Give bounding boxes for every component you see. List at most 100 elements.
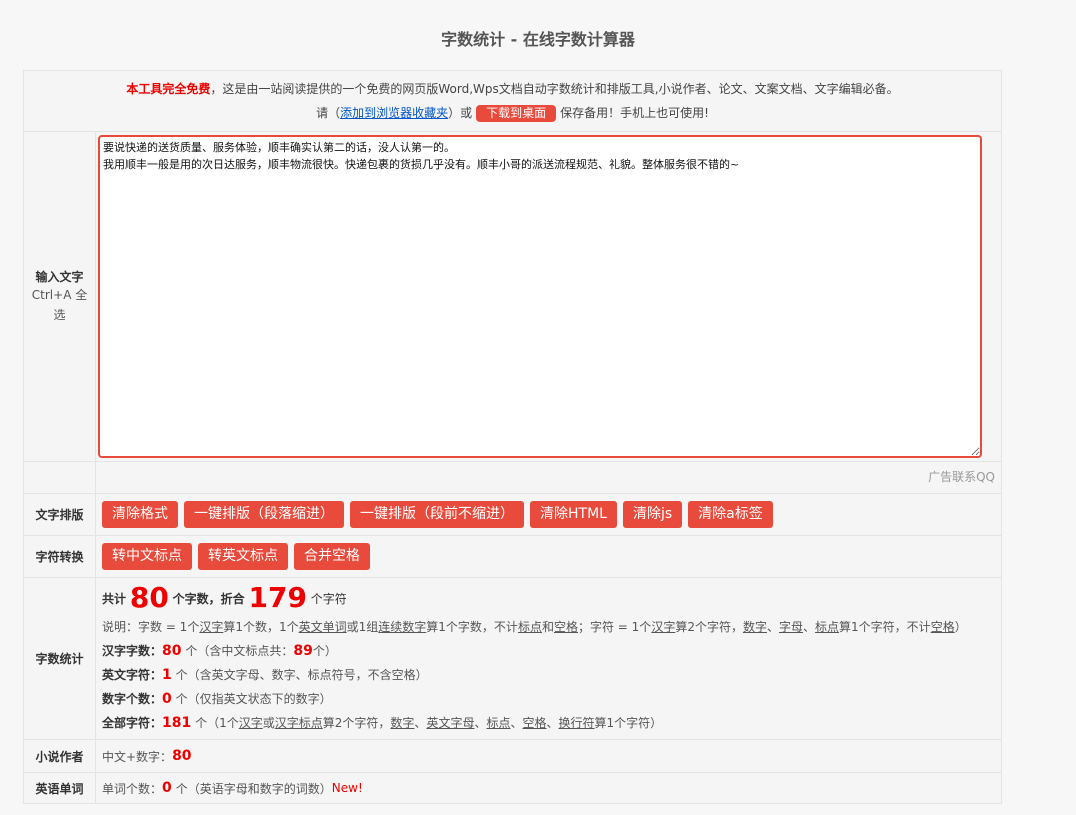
all-punct: 标点 [486, 716, 511, 730]
explain-text: 算2个字符， [675, 620, 743, 634]
download-button[interactable]: 下载到桌面 [476, 105, 557, 122]
explain-text: 算1个字符，不计 [839, 620, 931, 634]
or-text: ）或 [448, 106, 473, 120]
explain-sep: 、 [803, 620, 816, 634]
please-text: 请（ [316, 106, 341, 120]
total-chars-value: 179 [248, 581, 307, 614]
select-all-hint: Ctrl+A 全选 [31, 288, 88, 322]
explain-sep: 、 [766, 620, 779, 634]
explain-text: 和 [541, 620, 554, 634]
stats-label: 字数统计 [24, 578, 96, 739]
all-hanzi: 汉字 [238, 716, 263, 730]
input-label: 输入文字 Ctrl+A 全选 [24, 132, 96, 461]
text-input[interactable] [98, 135, 982, 458]
english-value: 0 [162, 780, 172, 796]
intro-tail: 保存备用！手机上也可使用! [560, 106, 709, 120]
explain-letter: 字母 [779, 620, 804, 634]
cn-value: 80 [162, 643, 182, 659]
explain-text: ） [954, 620, 967, 634]
all-sep: 、 [546, 716, 559, 730]
convert-label: 字符转换 [24, 536, 96, 577]
format-indent-button[interactable]: 一键排版（段落缩进） [184, 501, 344, 528]
total-mid: 个字数，折合 [172, 592, 245, 606]
input-label-text: 输入文字 [35, 270, 84, 284]
ad-row: 广告联系QQ [24, 462, 1001, 494]
explain-text: 算1个字数，不计 [426, 620, 518, 634]
bookmark-link[interactable]: 添加到浏览器收藏夹 [340, 106, 448, 120]
input-row: 输入文字 Ctrl+A 全选 [24, 132, 1001, 462]
all-space: 空格 [522, 716, 547, 730]
all-newline: 换行符 [558, 716, 595, 730]
explain-text: 算1个数，1个 [223, 620, 299, 634]
ad-label-blank [24, 462, 96, 493]
main-panel: 本工具完全免费，这是由一站阅读提供的一个免费的网页版Word,Wps文档自动字数… [23, 70, 1002, 804]
stats-explain: 说明：字数 = 1个汉字算1个数，1个英文单词或1组连续数字算1个字数，不计标点… [102, 615, 995, 639]
intro-row: 本工具完全免费，这是由一站阅读提供的一个免费的网页版Word,Wps文档自动字数… [24, 71, 1001, 132]
novel-label: 小说作者 [24, 740, 96, 772]
stats-row: 字数统计 共计 80 个字数，折合 179 个字符 说明：字数 = 1个汉字算1… [24, 578, 1001, 740]
new-badge: New! [331, 781, 363, 795]
merge-spaces-button[interactable]: 合并空格 [294, 543, 370, 570]
clear-a-tag-button[interactable]: 清除a标签 [688, 501, 773, 528]
all-label: 全部字符： [102, 716, 163, 730]
explain-hanzi: 汉字 [651, 620, 676, 634]
cn-punct-value: 89 [293, 643, 313, 659]
explain-space: 空格 [930, 620, 955, 634]
format-no-indent-button[interactable]: 一键排版（段前不缩进） [350, 501, 524, 528]
total-words-value: 80 [129, 581, 169, 614]
clear-js-button[interactable]: 清除js [622, 501, 683, 528]
all-count-line: 全部字符：181 个（1个汉字或汉字标点算2个字符，数字、英文字母、标点、空格、… [102, 711, 995, 735]
all-text: 个（1个 [195, 716, 239, 730]
num-value: 0 [162, 691, 172, 707]
all-sep: 、 [510, 716, 523, 730]
explain-word: 英文单词 [298, 620, 347, 634]
total-post: 个字符 [310, 592, 347, 606]
ad-contact[interactable]: 广告联系QQ [96, 462, 1001, 493]
novel-value: 80 [172, 748, 192, 764]
en-value: 1 [162, 667, 172, 683]
layout-row: 文字排版 清除格式 一键排版（段落缩进） 一键排版（段前不缩进） 清除HTML 清除js… [24, 494, 1001, 536]
all-text: 或 [262, 716, 275, 730]
all-num: 数字 [390, 716, 415, 730]
all-letter: 英文字母 [426, 716, 475, 730]
explain-space: 空格 [553, 620, 578, 634]
en-label: 英文字符： [102, 668, 163, 682]
cn-label: 汉字字数： [102, 644, 163, 658]
all-cnpunct: 汉字标点 [274, 716, 323, 730]
layout-label: 文字排版 [24, 494, 96, 535]
page-title: 字数统计 - 在线字数计算器 [441, 30, 635, 49]
total-pre: 共计 [102, 592, 127, 606]
explain-text: 说明：字数 = 1个 [102, 620, 200, 634]
to-en-punct-button[interactable]: 转英文标点 [198, 543, 288, 570]
intro: 本工具完全免费，这是由一站阅读提供的一个免费的网页版Word,Wps文档自动字数… [24, 71, 1001, 131]
english-tail: 个（英语字母和数字的词数） [175, 781, 332, 796]
stats-panel: 共计 80 个字数，折合 179 个字符 说明：字数 = 1个汉字算1个数，1个… [96, 578, 1001, 739]
to-cn-punct-button[interactable]: 转中文标点 [102, 543, 192, 570]
explain-punct: 标点 [517, 620, 542, 634]
explain-text: 或1组 [346, 620, 379, 634]
english-label: 英语单词 [24, 773, 96, 803]
intro-text: ，这是由一站阅读提供的一个免费的网页版Word,Wps文档自动字数统计和排版工具… [210, 82, 899, 96]
all-text: 算2个字符， [322, 716, 391, 730]
explain-text: ；字符 = 1个 [577, 620, 652, 634]
novel-text: 中文+数字： [102, 749, 173, 764]
num-label: 数字个数： [102, 692, 163, 706]
all-value: 181 [162, 715, 192, 731]
all-sep: 、 [414, 716, 427, 730]
english-row: 英语单词 单词个数： 0 个（英语字母和数字的词数） New! [24, 773, 1001, 803]
all-tail: 个（1个汉字或汉字标点算2个字符，数字、英文字母、标点、空格、换行符算1个字符） [195, 716, 662, 730]
novel-row: 小说作者 中文+数字： 80 [24, 740, 1001, 773]
en-tail: 个（含英文字母、数字、标点符号，不含空格） [175, 668, 428, 682]
all-sep: 、 [474, 716, 487, 730]
convert-row: 字符转换 转中文标点 转英文标点 合并空格 [24, 536, 1001, 578]
explain-num: 数字 [742, 620, 767, 634]
num-tail: 个（仅指英文状态下的数字） [175, 692, 332, 706]
free-notice: 本工具完全免费 [126, 82, 211, 96]
explain-punct: 标点 [815, 620, 840, 634]
clear-format-button[interactable]: 清除格式 [102, 501, 178, 528]
explain-hanzi: 汉字 [199, 620, 224, 634]
cn-tail: 个） [312, 644, 337, 658]
clear-html-button[interactable]: 清除HTML [530, 501, 617, 528]
num-count-line: 数字个数：0 个（仅指英文状态下的数字） [102, 687, 995, 711]
explain-digits: 连续数字 [378, 620, 427, 634]
